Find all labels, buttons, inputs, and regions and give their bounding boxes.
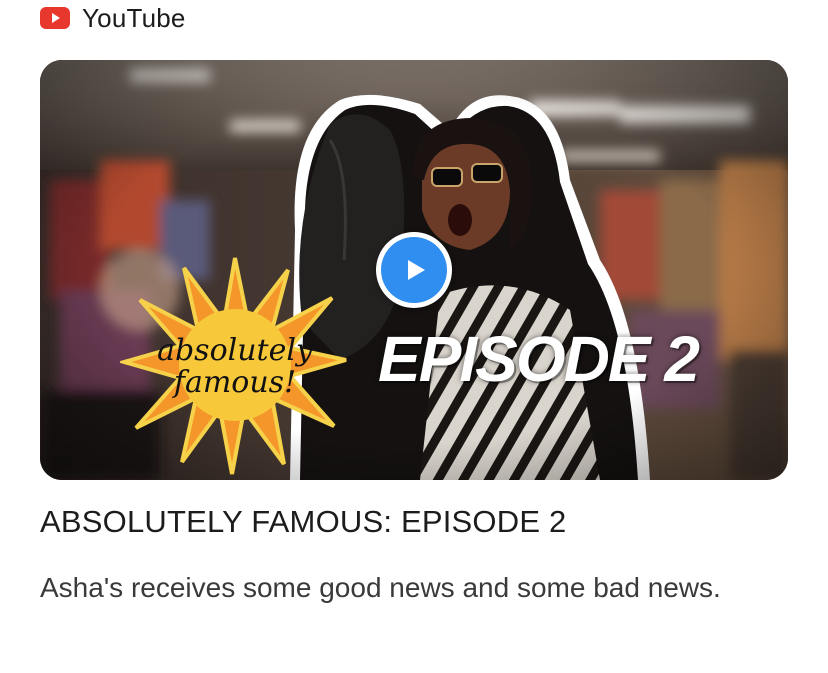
logo-text-line2: famous!	[172, 365, 296, 400]
source-header[interactable]: YouTube	[40, 2, 186, 34]
absolutely-famous-logo: absolutely famous!	[120, 257, 347, 475]
youtube-logo-icon	[40, 7, 70, 29]
video-description: Asha's receives some good news and some …	[40, 572, 721, 603]
episode-overlay-text: EPISODE 2	[378, 323, 700, 395]
play-button[interactable]	[376, 232, 452, 308]
video-title[interactable]: ABSOLUTELY FAMOUS: EPISODE 2	[40, 504, 800, 540]
video-thumbnail[interactable]: absolutely famous! EPISODE 2	[40, 60, 788, 480]
source-name: YouTube	[82, 2, 186, 33]
play-icon	[408, 260, 425, 280]
logo-text-line1: absolutely	[157, 333, 314, 368]
